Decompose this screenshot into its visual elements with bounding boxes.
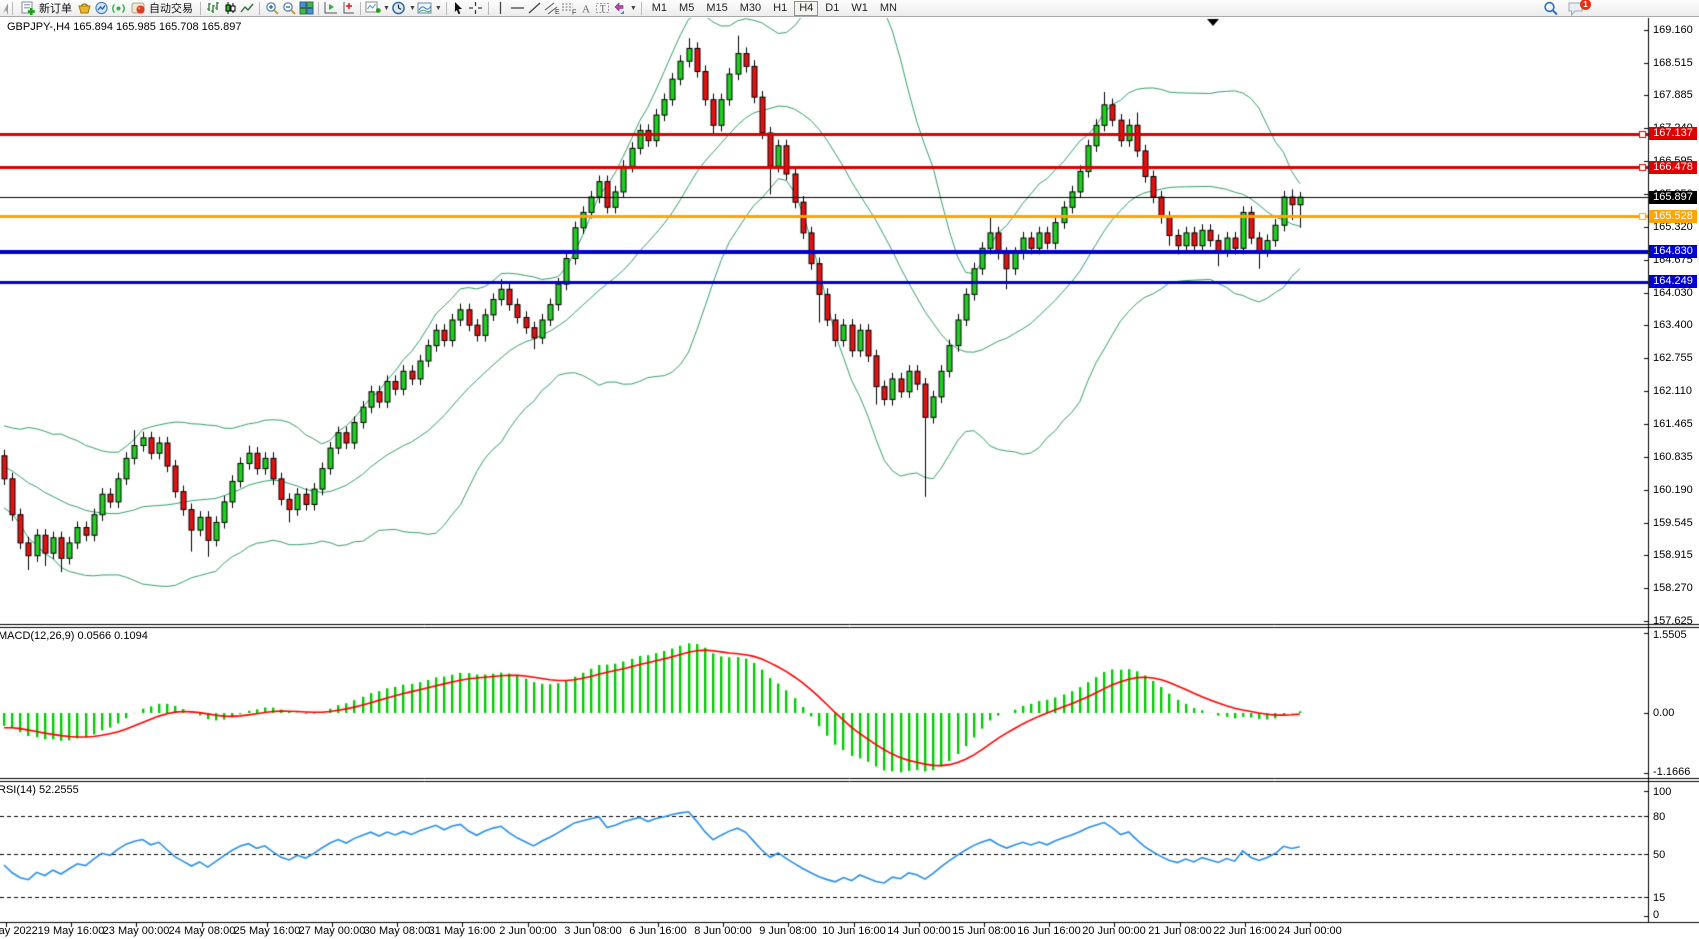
toolbar-right-group: 1 (1543, 1, 1587, 16)
auto-trading-button[interactable]: 自动交易 (127, 0, 196, 16)
rsi-indicator-label: RSI(14) 52.2555 (0, 784, 79, 796)
timeframe-button-M5[interactable]: M5 (674, 1, 699, 16)
timeframe-button-H4[interactable]: H4 (794, 1, 818, 16)
timeframe-button-M15[interactable]: M15 (701, 1, 732, 16)
toolbar-separator (12, 2, 13, 15)
auto-trading-icon (130, 1, 146, 16)
new-order-icon (20, 1, 36, 16)
bid-price-line-tag[interactable]: 165.897 (1649, 191, 1697, 204)
text-label-icon[interactable]: T (595, 1, 611, 16)
vertical-line-icon[interactable] (493, 1, 509, 16)
resistance-line-1-tag[interactable]: 167.137 (1649, 127, 1697, 140)
template-icon[interactable] (417, 1, 433, 16)
auto-scroll-icon[interactable] (323, 1, 339, 16)
timeframe-button-D1[interactable]: D1 (820, 1, 844, 16)
crosshair-icon[interactable] (468, 1, 484, 16)
timeframe-group: M1M5M15M30H1H4D1W1MN (646, 1, 903, 16)
zoom-out-icon[interactable] (281, 1, 297, 16)
support-line-1-tag[interactable]: 164.830 (1649, 245, 1697, 258)
macd-indicator-label: MACD(12,26,9) 0.0566 0.1094 (0, 630, 148, 642)
signal-icon[interactable] (110, 1, 126, 16)
timeframe-button-M30[interactable]: M30 (735, 1, 766, 16)
svg-text:E: E (555, 9, 560, 15)
support-line-2-tag[interactable]: 164.249 (1649, 275, 1697, 288)
indicators-icon[interactable] (365, 1, 381, 16)
market-watch-icon[interactable] (93, 1, 109, 16)
tile-windows-icon[interactable] (298, 1, 314, 16)
horizontal-line-icon[interactable] (510, 1, 526, 16)
cursor-icon[interactable] (451, 1, 467, 16)
equidistant-channel-icon[interactable]: E (544, 1, 560, 16)
fibonacci-icon[interactable]: F (561, 1, 577, 16)
zoom-in-icon[interactable] (264, 1, 280, 16)
bucket-icon[interactable] (76, 1, 92, 16)
indicators-dropdown-arrow[interactable]: ▼ (383, 5, 390, 12)
clipped-icon (0, 1, 8, 16)
bar-chart-icon[interactable] (205, 1, 221, 16)
toolbar-separator (200, 2, 201, 15)
timeframe-button-M1[interactable]: M1 (647, 1, 672, 16)
template-dropdown-arrow[interactable]: ▼ (435, 5, 442, 12)
price-chart-canvas[interactable] (0, 0, 1699, 939)
toolbar-separator (488, 2, 489, 15)
chart-title: GBPJPY-,H4 165.894 165.985 165.708 165.8… (7, 21, 241, 33)
search-icon[interactable] (1543, 1, 1559, 16)
new-order-button[interactable]: 新订单 (17, 0, 75, 16)
toolbar-separator (318, 2, 319, 15)
candlestick-chart-icon[interactable] (222, 1, 238, 16)
toolbar-separator (446, 2, 447, 15)
timeframe-button-H1[interactable]: H1 (768, 1, 792, 16)
periods-dropdown-arrow[interactable]: ▼ (409, 5, 416, 12)
toolbar-separator (259, 2, 260, 15)
timeframe-button-MN[interactable]: MN (875, 1, 902, 16)
resistance-line-2-tag[interactable]: 166.478 (1649, 161, 1697, 174)
text-icon[interactable]: A (578, 1, 594, 16)
arrows-dropdown-arrow[interactable]: ▼ (630, 5, 637, 12)
svg-text:F: F (572, 10, 576, 16)
chat-icon[interactable]: 1 (1567, 1, 1587, 16)
line-chart-icon[interactable] (239, 1, 255, 16)
toolbar-separator (360, 2, 361, 15)
periods-icon[interactable] (391, 1, 407, 16)
toolbar-separator (641, 2, 642, 15)
trendline-icon[interactable] (527, 1, 543, 16)
notification-badge: 1 (1580, 0, 1591, 10)
svg-text:A: A (582, 4, 590, 16)
pivot-line-tag[interactable]: 165.528 (1649, 210, 1697, 223)
main-toolbar: 新订单 自动交易 ▼ (0, 0, 1699, 17)
arrows-icon[interactable] (612, 1, 628, 16)
new-order-label: 新订单 (39, 0, 72, 16)
timeframe-button-W1[interactable]: W1 (846, 1, 873, 16)
chart-shift-icon[interactable] (340, 1, 356, 16)
svg-text:T: T (600, 4, 606, 14)
auto-trading-label: 自动交易 (149, 0, 193, 16)
